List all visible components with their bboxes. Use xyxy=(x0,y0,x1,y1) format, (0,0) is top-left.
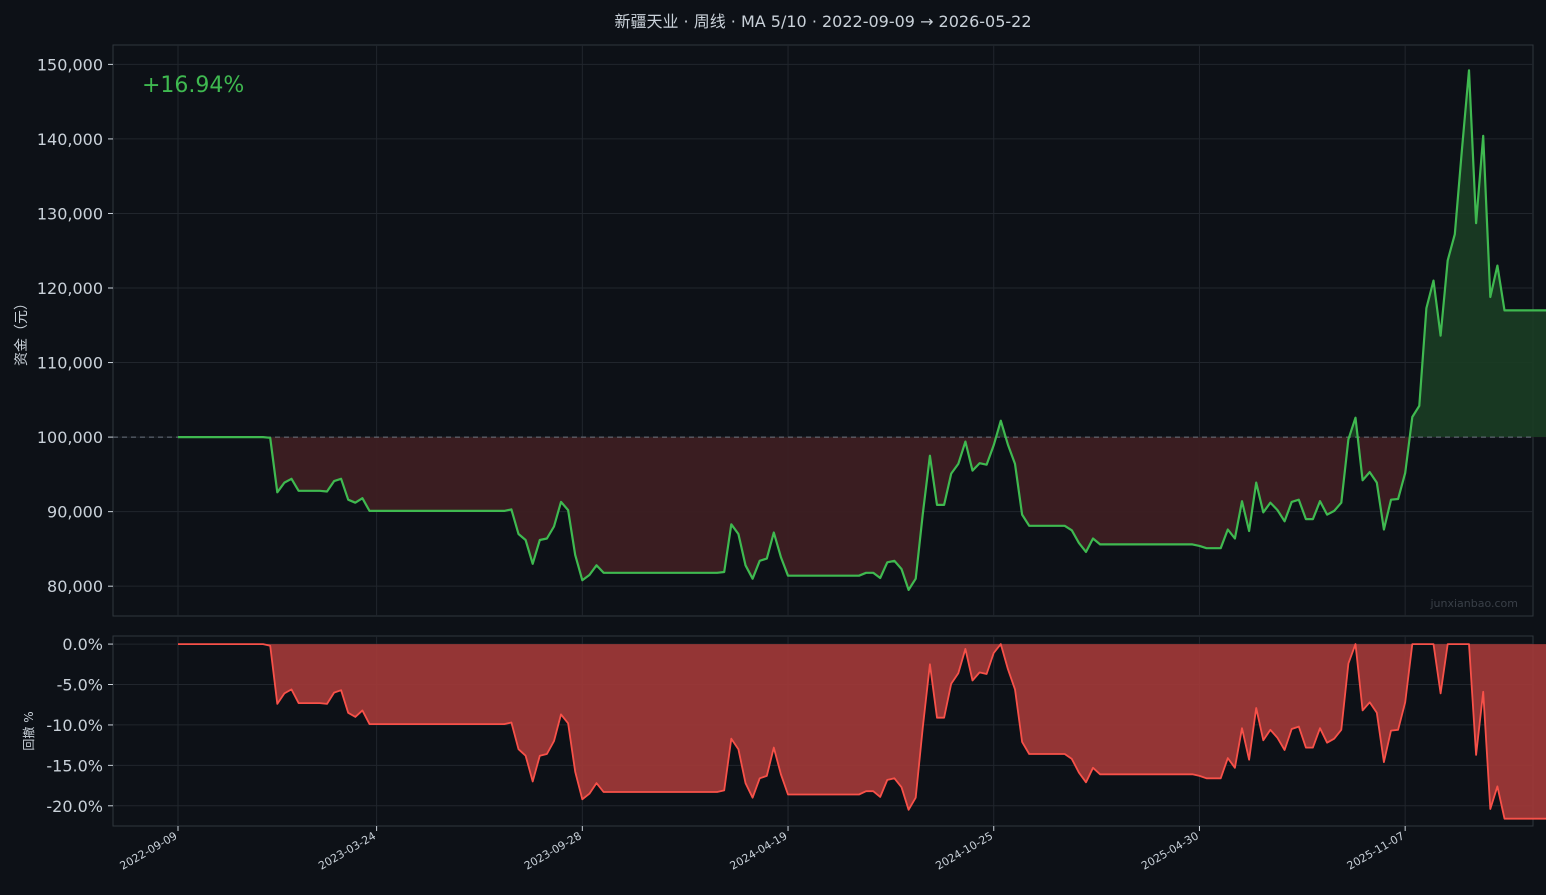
return-label: +16.94% xyxy=(142,73,244,98)
watermark: junxianbao.com xyxy=(1429,597,1518,610)
y-tick-label: 140,000 xyxy=(37,130,103,149)
y-tick-label: -20.0% xyxy=(46,797,103,816)
chart-title: 新疆天业 · 周线 · MA 5/10 · 2022-09-09 → 2026-… xyxy=(614,12,1031,31)
y-tick-label: 100,000 xyxy=(37,428,103,447)
y-tick-label: 0.0% xyxy=(62,635,103,654)
drawdown-y-label: 回撤 % xyxy=(21,711,36,750)
backtest-chart: 新疆天业 · 周线 · MA 5/10 · 2022-09-09 → 2026-… xyxy=(0,0,1546,895)
y-tick-label: 80,000 xyxy=(47,577,103,596)
y-tick-label: 130,000 xyxy=(37,204,103,223)
y-tick-label: 110,000 xyxy=(37,354,103,373)
y-tick-label: -5.0% xyxy=(57,676,103,695)
y-tick-label: 90,000 xyxy=(47,503,103,522)
y-tick-label: 150,000 xyxy=(37,55,103,74)
y-tick-label: -15.0% xyxy=(46,756,103,775)
y-tick-label: -10.0% xyxy=(46,716,103,735)
y-tick-label: 120,000 xyxy=(37,279,103,298)
equity-y-label: 资金（元） xyxy=(14,296,30,366)
